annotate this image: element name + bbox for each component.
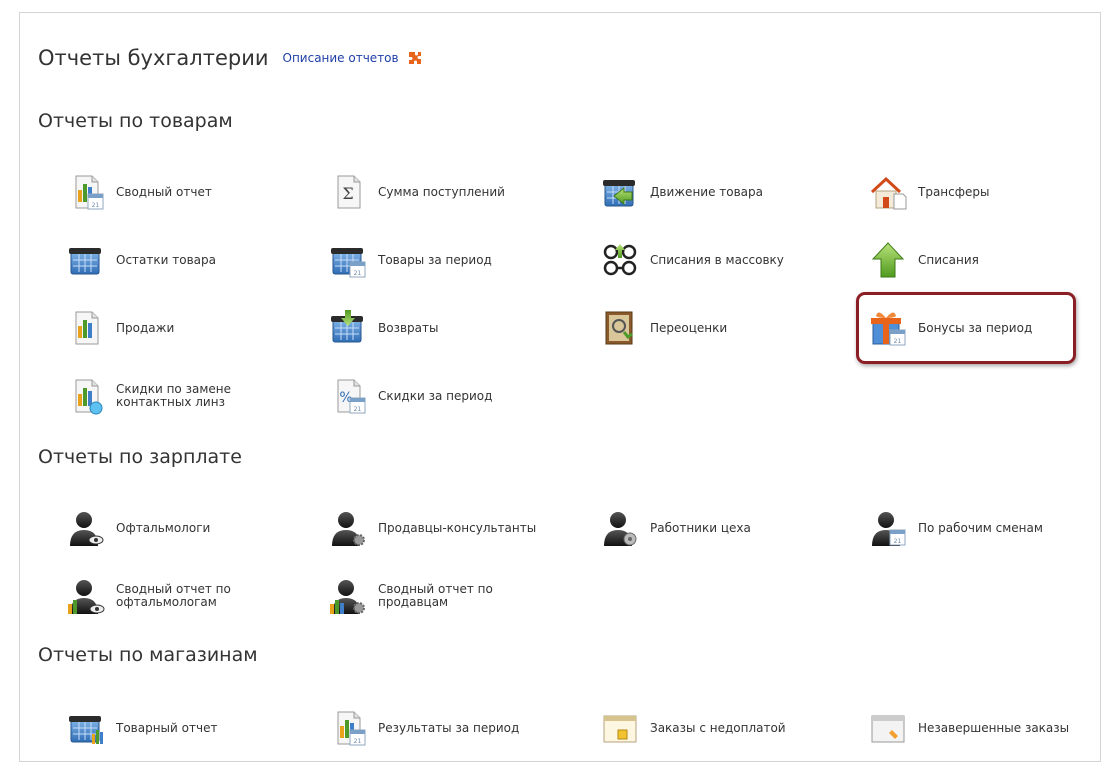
lens-discount-icon <box>66 376 103 415</box>
report-label: Незавершенные заказы <box>918 720 1070 735</box>
report-label: Остатки товара <box>116 252 216 267</box>
section-title-stores: Отчеты по магазинам <box>38 644 258 666</box>
basket-return-icon <box>328 310 368 348</box>
report-revaluation[interactable]: Переоценки <box>600 308 727 348</box>
percent-calendar-icon: % <box>328 376 368 416</box>
person-chart-eye-icon <box>68 576 105 614</box>
goods-movement-icon <box>600 172 640 212</box>
report-summary-sellers[interactable]: Сводный отчет по продавцам <box>328 576 493 616</box>
report-label: Списания <box>918 252 979 267</box>
report-label: Бонусы за период <box>918 320 1033 335</box>
report-income-sum[interactable]: Σ Сумма поступлений <box>328 172 505 212</box>
report-summary-ophthalmologists[interactable]: Сводный отчет по офтальмологам <box>66 576 231 616</box>
report-label: По рабочим сменам <box>918 520 1043 535</box>
report-workshop-workers[interactable]: Работники цеха <box>600 508 751 548</box>
glasses-writeoff-icon <box>603 244 637 276</box>
person-calendar-icon <box>868 508 908 548</box>
puzzle-icon[interactable] <box>407 50 423 66</box>
results-calendar-icon <box>328 708 368 748</box>
basket-period-icon <box>328 240 368 280</box>
report-writeoff[interactable]: Списания <box>868 240 979 280</box>
report-label: Продавцы-консультанты <box>378 520 537 535</box>
report-goods-store[interactable]: Товарный отчет <box>66 708 217 748</box>
report-label: Товарный отчет <box>116 720 218 735</box>
gift-calendar-icon <box>871 312 908 348</box>
revaluation-icon <box>605 311 633 345</box>
summary-report-icon <box>66 172 106 212</box>
green-arrow-up-icon <box>871 242 905 278</box>
report-work-shifts[interactable]: По рабочим сменам <box>868 508 1043 548</box>
report-sales[interactable]: Продажи <box>66 308 174 348</box>
report-label: Заказы с недоплатой <box>650 720 786 735</box>
basket-stock-icon <box>66 240 106 280</box>
page-header: Отчеты бухгалтерии Описание отчетов <box>38 42 423 74</box>
report-results-period[interactable]: Результаты за период <box>328 708 519 748</box>
report-transfers[interactable]: Трансферы <box>868 172 989 212</box>
report-label: Результаты за период <box>378 720 520 735</box>
report-label: Товары за период <box>378 252 492 267</box>
report-lens-discount[interactable]: Скидки по замене контактных линз <box>66 376 231 416</box>
report-discount-period[interactable]: % Скидки за период <box>328 376 492 416</box>
report-goods-period[interactable]: Товары за период <box>328 240 492 280</box>
person-tools-icon <box>600 508 637 548</box>
report-stock-balance[interactable]: Остатки товара <box>66 240 216 280</box>
order-unfinished-icon <box>871 715 905 743</box>
report-label: Сводный отчет по продавцам <box>378 582 493 609</box>
svg-text:Σ: Σ <box>342 184 353 203</box>
report-label: Скидки за период <box>378 388 493 403</box>
report-mass-writeoff[interactable]: Списания в массовку <box>600 240 784 280</box>
order-underpaid-icon <box>603 715 637 743</box>
report-sales-consultants[interactable]: Продавцы-консультанты <box>328 508 536 548</box>
house-transfer-icon <box>870 176 907 210</box>
report-label: Возвраты <box>378 320 439 335</box>
report-summary[interactable]: Сводный отчет <box>66 172 212 212</box>
report-ophthalmologists[interactable]: Офтальмологи <box>66 508 210 548</box>
sales-chart-icon <box>66 308 106 348</box>
report-returns[interactable]: Возвраты <box>328 308 438 348</box>
person-gear-icon <box>328 508 365 546</box>
report-label: Сводный отчет <box>116 184 212 199</box>
report-label: Работники цеха <box>650 520 751 535</box>
report-label: Движение товара <box>650 184 764 199</box>
report-unfinished-orders[interactable]: Незавершенные заказы <box>868 708 1069 748</box>
report-underpaid-orders[interactable]: Заказы с недоплатой <box>600 708 786 748</box>
report-bonuses-period[interactable]: Бонусы за период <box>868 308 1032 348</box>
section-title-goods: Отчеты по товарам <box>38 110 233 132</box>
report-label: Продажи <box>116 320 175 335</box>
section-title-salary: Отчеты по зарплате <box>38 446 242 468</box>
report-label: Сводный отчет по офтальмологам <box>116 582 231 609</box>
reports-description-link[interactable]: Описание отчетов <box>283 51 399 65</box>
page-title: Отчеты бухгалтерии <box>38 46 269 70</box>
person-chart-gear-icon <box>330 576 365 614</box>
report-label: Трансферы <box>918 184 990 199</box>
person-eye-icon <box>66 508 104 548</box>
report-label: Переоценки <box>650 320 728 335</box>
report-label: Списания в массовку <box>650 252 784 267</box>
report-goods-movement[interactable]: Движение товара <box>600 172 763 212</box>
basket-chart-icon <box>66 708 103 744</box>
sigma-icon: Σ <box>328 172 368 212</box>
report-label: Скидки по замене контактных линз <box>116 382 231 409</box>
report-label: Офтальмологи <box>116 520 211 535</box>
report-label: Сумма поступлений <box>378 184 505 199</box>
